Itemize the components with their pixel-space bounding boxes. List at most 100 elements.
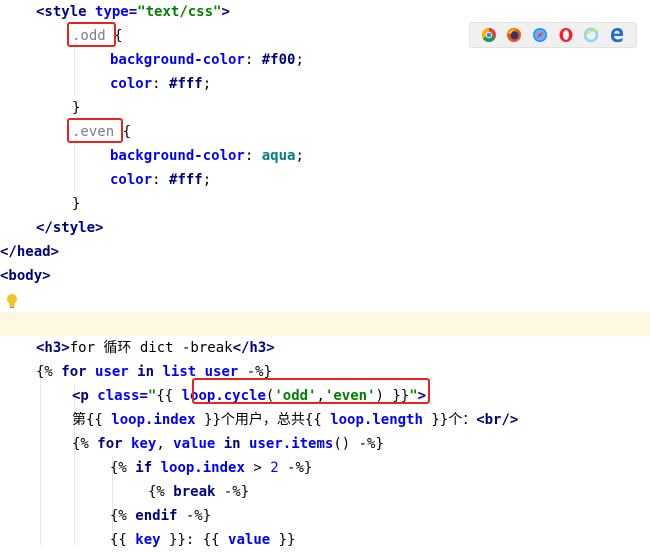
code-token: -%} (278, 460, 313, 476)
code-token: <h3> (36, 340, 70, 356)
code-token: ; (202, 172, 212, 188)
code-line[interactable]: color: #fff; (0, 72, 650, 96)
code-token: aqua (261, 148, 296, 164)
code-token: </style> (36, 220, 104, 236)
code-token: {{ (86, 412, 112, 428)
highlight-odd-selector (67, 22, 116, 47)
code-token: in (137, 364, 163, 380)
highlight-even-selector (67, 118, 123, 143)
code-token: : (244, 52, 262, 68)
code-line[interactable]: </head> (0, 240, 650, 264)
code-token: ; (202, 76, 212, 92)
code-line[interactable]: {% for key, value in user.items() -%} (0, 432, 650, 456)
code-token: color (110, 172, 153, 188)
code-token: #fff (169, 172, 203, 188)
code-token: 2 (270, 460, 279, 476)
code-line[interactable]: background-color: #f00; (0, 48, 650, 72)
code-token: {% (148, 484, 174, 500)
code-token: 个用户，总共 (220, 412, 305, 428)
code-token: : (244, 148, 262, 164)
code-token: -%} (215, 484, 250, 500)
code-token: </h3> (232, 340, 275, 356)
code-token: () -%} (333, 436, 384, 452)
code-token: in (223, 436, 250, 452)
code-token: {% (36, 364, 62, 380)
code-line[interactable]: {% endif -%} (0, 504, 650, 528)
code-line[interactable]: background-color: aqua; (0, 144, 650, 168)
opera-icon[interactable] (558, 27, 574, 43)
code-line[interactable]: {% break -%} (0, 480, 650, 504)
code-token: "text/css" (137, 4, 222, 20)
code-token: > (221, 4, 230, 20)
code-line[interactable]: <body> (0, 264, 650, 288)
browser-preview-bar (469, 22, 637, 48)
code-editor[interactable]: <style type="text/css"> .odd {background-… (0, 0, 650, 548)
code-line[interactable]: } (0, 96, 650, 120)
code-token: : (152, 172, 170, 188)
code-token: key (131, 436, 157, 452)
code-token: -%} (177, 508, 212, 524)
code-token: for (97, 436, 132, 452)
code-token: key (135, 532, 161, 548)
highlight-loop-cycle (192, 378, 430, 404)
chrome-icon[interactable] (481, 27, 497, 43)
code-token: > (244, 460, 271, 476)
code-line[interactable]: {{ key }}: {{ value }} (0, 528, 650, 552)
code-token: background-color (110, 148, 245, 164)
code-token: type= (95, 4, 138, 20)
code-token: #f00 (261, 52, 296, 68)
code-line[interactable] (0, 288, 650, 312)
edge-icon[interactable] (609, 27, 625, 43)
code-token: value (173, 436, 224, 452)
safari-icon[interactable] (532, 27, 548, 43)
code-token: ; (295, 148, 304, 164)
code-token: </head> (0, 244, 60, 260)
code-token: loop.index (160, 460, 245, 476)
code-token: ; (295, 52, 304, 68)
lightbulb-icon[interactable] (6, 293, 18, 309)
code-token: , (156, 436, 174, 452)
code-line[interactable]: <style type="text/css"> (0, 0, 650, 24)
ie-icon[interactable] (583, 27, 599, 43)
code-token: background-color (110, 52, 245, 68)
code-token: for (61, 364, 96, 380)
code-token: {{ (156, 388, 182, 404)
code-token: 个： (448, 412, 477, 428)
code-line[interactable]: 第{{ loop.index }}个用户，总共{{ loop.length }}… (0, 408, 650, 432)
code-line[interactable]: } (0, 192, 650, 216)
code-line[interactable]: color: #fff; (0, 168, 650, 192)
code-line[interactable]: </style> (0, 216, 650, 240)
code-token: #fff (169, 76, 203, 92)
code-token: } (72, 100, 81, 116)
code-token: <body> (0, 268, 51, 284)
code-token: {{ (202, 532, 229, 548)
code-token: {{ (304, 412, 331, 428)
code-token: <p (72, 388, 98, 404)
code-token: {% (72, 436, 98, 452)
code-token: }} (422, 412, 449, 428)
code-token: <style (36, 4, 96, 20)
code-token: } (72, 196, 81, 212)
code-token: break (173, 484, 216, 500)
code-token: user.items (249, 436, 334, 452)
code-token: {% (110, 508, 136, 524)
code-token: class= (97, 388, 148, 404)
code-token: color (110, 76, 153, 92)
code-token: loop.length (330, 412, 423, 428)
code-token: }}: (160, 532, 203, 548)
code-token: value (228, 532, 271, 548)
code-line[interactable]: {% if loop.index > 2 -%} (0, 456, 650, 480)
code-token: }} (270, 532, 296, 548)
code-token: user (95, 364, 138, 380)
code-token: loop.index (111, 412, 196, 428)
code-token: 第 (72, 412, 86, 428)
code-token: : (152, 76, 170, 92)
firefox-icon[interactable] (506, 27, 522, 43)
code-token: endif (135, 508, 178, 524)
code-token: {{ (110, 532, 136, 548)
code-line[interactable] (0, 312, 650, 336)
code-token: {% (110, 460, 136, 476)
code-token: for 循环 dict -break (69, 340, 233, 356)
code-token: }} (195, 412, 221, 428)
code-line[interactable]: <h3>for 循环 dict -break</h3> (0, 336, 650, 360)
